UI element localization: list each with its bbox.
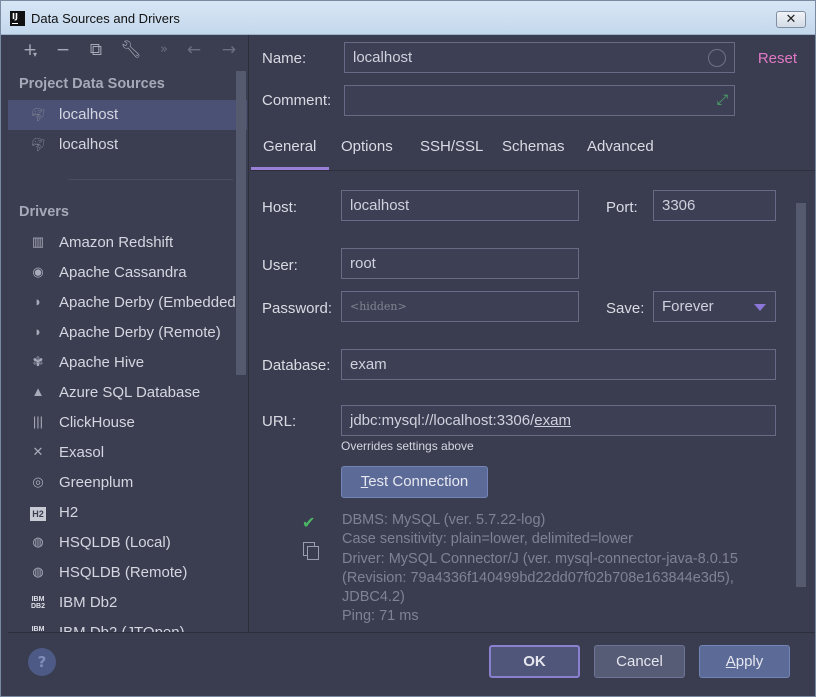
driver-item[interactable]: ▥ Amazon Redshift — [8, 228, 247, 258]
tab-bar: General Options SSH/SSL Schemas Advanced — [250, 131, 815, 171]
copy-icon[interactable] — [303, 542, 319, 560]
drivers-title: Drivers — [19, 204, 69, 220]
driver-item[interactable]: ||| ClickHouse — [8, 408, 247, 438]
tab-advanced[interactable]: Advanced — [587, 138, 654, 155]
driver-item[interactable]: ◉ Apache Cassandra — [8, 258, 247, 288]
database-field[interactable]: exam — [341, 349, 776, 380]
user-field[interactable]: root — [341, 248, 579, 279]
greenplum-circle-icon: ◎ — [32, 474, 44, 489]
right-panel: Name: localhost Reset Comment: ⤢ General… — [250, 35, 815, 632]
hsqldb-icon: ◍ — [32, 534, 44, 549]
database-label: Database: — [262, 357, 331, 374]
expand-icon[interactable]: ⤢ — [717, 91, 728, 108]
url-hint: Overrides settings above — [341, 439, 474, 453]
save-label: Save: — [606, 300, 645, 317]
password-field[interactable]: <hidden> — [341, 291, 579, 322]
sources-toolbar: + ▾ − ⧉ 🔧︎ » ← → — [8, 35, 248, 65]
title-bar: IJ Data Sources and Drivers ✕ — [1, 1, 815, 35]
exasol-x-icon: ✕ — [32, 444, 44, 459]
url-label: URL: — [262, 413, 297, 430]
derby-hat-icon: ◗ — [34, 294, 42, 309]
check-icon: ✔ — [302, 513, 316, 532]
driver-item[interactable]: ✾ Apache Hive — [8, 348, 247, 378]
user-label: User: — [262, 257, 298, 274]
derby-hat-icon: ◗ — [34, 324, 42, 339]
source-item-localhost[interactable]: 🐬︎ localhost — [8, 100, 247, 130]
driver-item[interactable]: H2 H2 — [8, 498, 247, 528]
hive-bee-icon: ✾ — [32, 354, 44, 369]
save-select[interactable]: Forever — [653, 291, 776, 322]
host-field[interactable]: localhost — [341, 190, 579, 221]
source-item-localhost[interactable]: 🐬︎ localhost — [8, 130, 247, 160]
driver-item[interactable]: IBM DB2 IBM Db2 — [8, 588, 247, 618]
intellij-app-icon: IJ — [10, 11, 25, 26]
h2-icon: H2 — [30, 507, 46, 521]
color-circle-icon[interactable] — [708, 49, 726, 67]
name-label: Name: — [262, 50, 307, 67]
back-arrow-icon[interactable]: ← — [183, 39, 205, 61]
cassandra-eye-icon: ◉ — [32, 264, 44, 279]
hsqldb-icon: ◍ — [32, 564, 44, 579]
right-scrollbar[interactable] — [796, 203, 806, 587]
comment-label: Comment: — [262, 92, 332, 109]
host-label: Host: — [262, 199, 298, 216]
tab-schemas[interactable]: Schemas — [502, 138, 565, 155]
port-field[interactable]: 3306 — [653, 190, 776, 221]
test-connection-button[interactable]: Test Connection — [341, 466, 488, 498]
apply-button[interactable]: Apply — [699, 645, 790, 678]
dialog-window: IJ Data Sources and Drivers ✕ + ▾ − ⧉ 🔧︎ … — [0, 0, 816, 697]
tab-ssh-ssl[interactable]: SSH/SSL — [420, 138, 483, 155]
wrench-icon[interactable]: 🔧︎ — [120, 39, 142, 61]
tab-options[interactable]: Options — [341, 138, 393, 155]
button-bar: ? OK Cancel Apply — [8, 632, 815, 692]
amazon-redshift-icon: ▥ — [31, 234, 45, 249]
connection-result: DBMS: MySQL (ver. 5.7.22-log) Case sensi… — [342, 512, 738, 625]
left-panel: + ▾ − ⧉ 🔧︎ » ← → Project Data Sources 🐬︎ … — [8, 35, 249, 632]
driver-item[interactable]: ◗ Apache Derby (Embedded) — [8, 288, 247, 318]
add-icon[interactable]: + ▾ — [19, 39, 41, 61]
window-title: Data Sources and Drivers — [31, 11, 180, 26]
ok-button[interactable]: OK — [489, 645, 580, 678]
forward-arrow-icon[interactable]: → — [218, 39, 240, 61]
url-field[interactable]: jdbc:mysql://localhost:3306/exam — [341, 405, 776, 436]
mysql-dolphin-icon: 🐬︎ — [30, 107, 47, 122]
left-scrollbar[interactable] — [236, 71, 246, 375]
duplicate-icon[interactable]: ⧉ — [85, 39, 107, 61]
ibm-db2-icon: IBMDB2 — [30, 596, 45, 610]
driver-item[interactable]: ◎ Greenplum — [8, 468, 247, 498]
remove-icon[interactable]: − — [52, 39, 74, 61]
driver-item[interactable]: ◍ HSQLDB (Local) — [8, 528, 247, 558]
driver-item[interactable]: IBMDB2IBM Db2 (JTOpen) — [8, 618, 247, 632]
driver-item[interactable]: ▲ Azure SQL Database — [8, 378, 247, 408]
port-label: Port: — [606, 199, 638, 216]
project-data-sources-title: Project Data Sources — [19, 76, 165, 92]
help-button[interactable]: ? — [28, 648, 56, 676]
close-button[interactable]: ✕ — [776, 11, 806, 28]
password-label: Password: — [262, 300, 333, 317]
driver-item[interactable]: ◍ HSQLDB (Remote) — [8, 558, 247, 588]
section-divider — [68, 179, 233, 180]
chevron-down-icon — [754, 304, 766, 311]
name-field[interactable]: localhost — [344, 42, 735, 73]
driver-item[interactable]: ✕ Exasol — [8, 438, 247, 468]
azure-icon: ▲ — [31, 384, 45, 399]
more-icon[interactable]: » — [153, 39, 175, 61]
reset-link[interactable]: Reset — [758, 50, 797, 67]
mysql-dolphin-icon: 🐬︎ — [30, 137, 47, 152]
tab-general[interactable]: General — [250, 138, 330, 170]
cancel-button[interactable]: Cancel — [594, 645, 685, 678]
clickhouse-bars-icon: ||| — [32, 414, 44, 429]
driver-item[interactable]: ◗ Apache Derby (Remote) — [8, 318, 247, 348]
comment-field[interactable]: ⤢ — [344, 85, 735, 116]
